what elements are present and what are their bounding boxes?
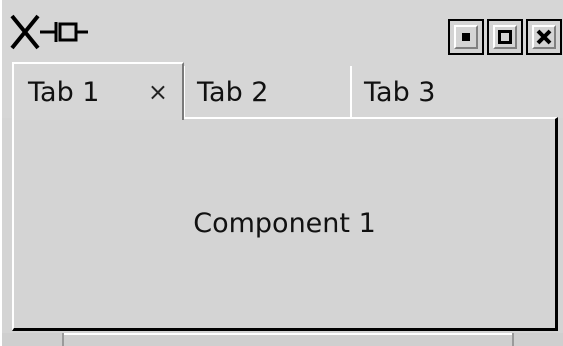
maximize-button[interactable]	[487, 19, 523, 55]
window-controls	[448, 19, 562, 57]
title-bar[interactable]	[2, 0, 563, 62]
tab-label: Tab 1	[28, 76, 100, 108]
divider	[512, 333, 514, 346]
x-pin-icon[interactable]	[8, 12, 108, 52]
bottom-strip	[2, 333, 563, 346]
window: Tab 1 × Tab 2 Tab 3 Component 1	[0, 0, 563, 346]
tab-1[interactable]: Tab 1 ×	[12, 62, 184, 120]
tab-3[interactable]: Tab 3	[350, 66, 563, 118]
square-dot-icon	[462, 33, 470, 41]
square-icon	[498, 30, 512, 44]
divider	[64, 333, 512, 335]
tab-2[interactable]: Tab 2	[184, 66, 350, 118]
tab-label: Tab 2	[197, 76, 269, 108]
tab-content-pane: Component 1	[12, 117, 558, 331]
component-label: Component 1	[193, 208, 376, 239]
minimize-button[interactable]	[448, 19, 484, 55]
close-button[interactable]	[526, 19, 562, 55]
tab-strip: Tab 1 × Tab 2 Tab 3	[2, 62, 563, 120]
tab-label: Tab 3	[364, 76, 436, 108]
tab-close-icon[interactable]: ×	[148, 78, 168, 106]
x-icon	[536, 29, 552, 45]
